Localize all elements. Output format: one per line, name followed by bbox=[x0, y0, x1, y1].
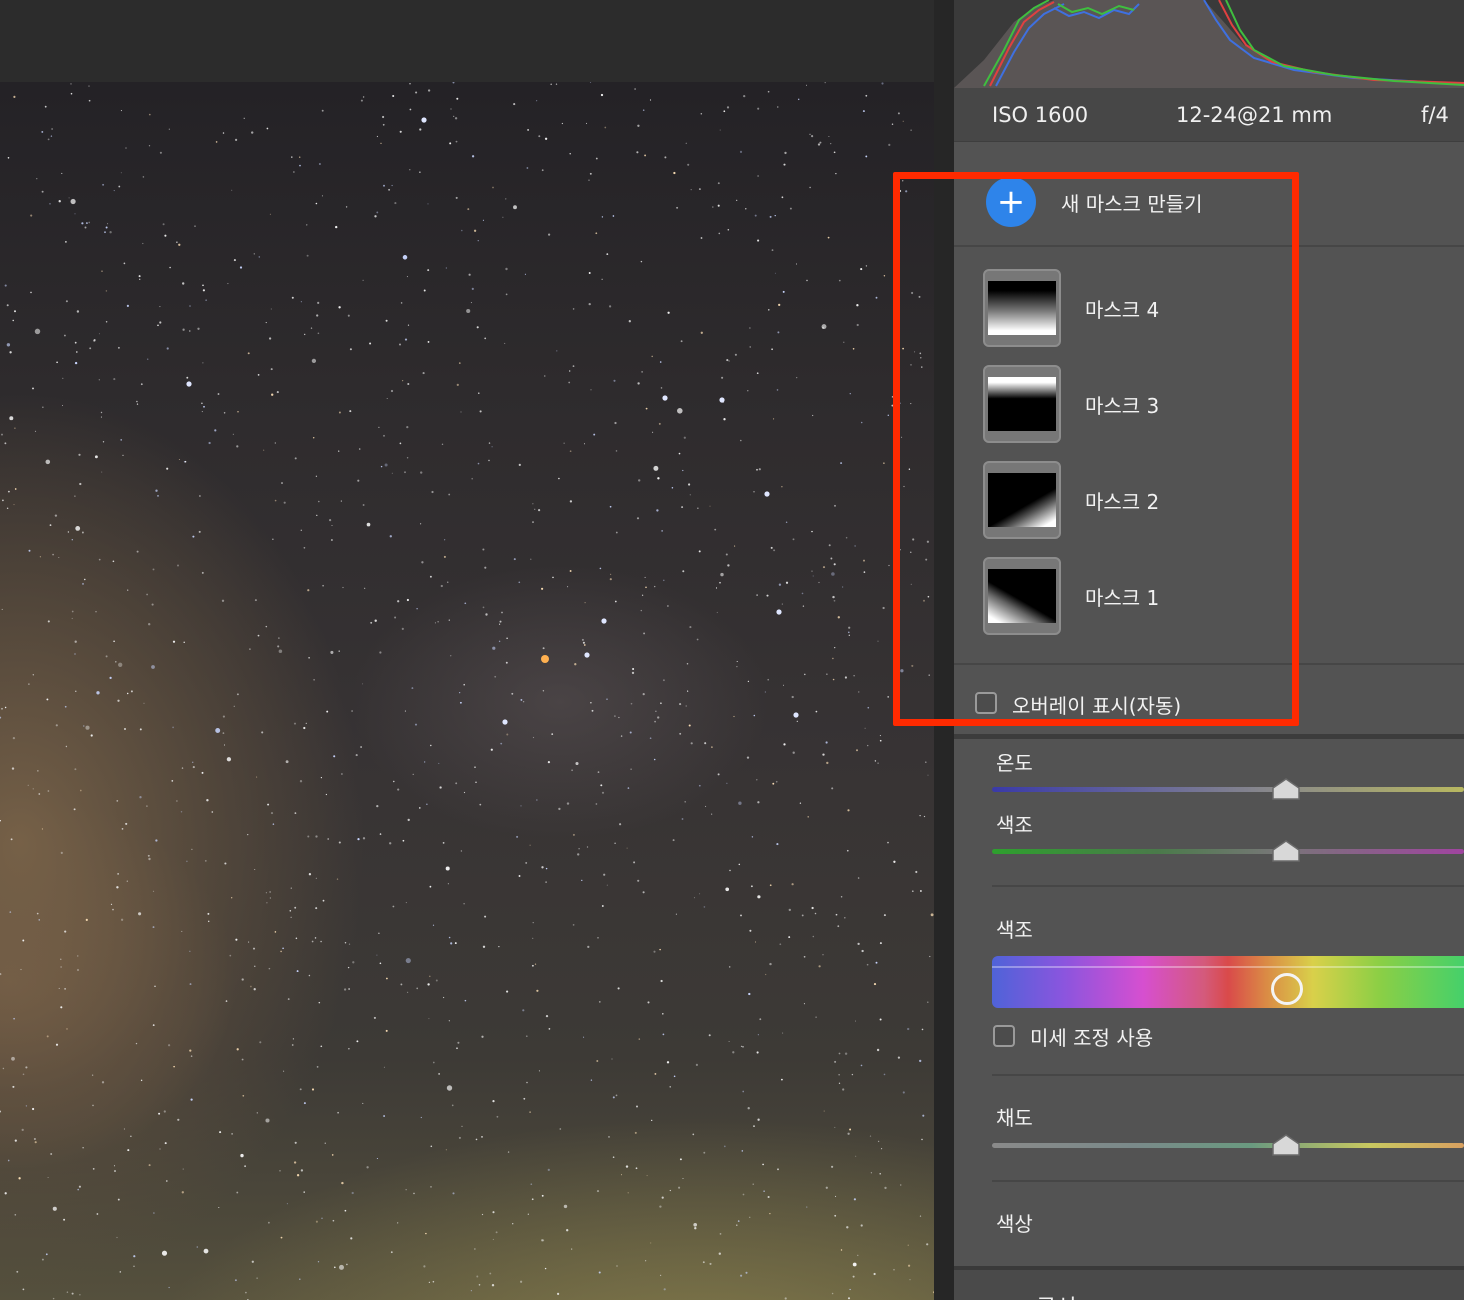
new-mask-label: 새 마스크 만들기 bbox=[1061, 191, 1203, 216]
divider bbox=[954, 245, 1464, 247]
mask-thumbnail bbox=[983, 365, 1061, 443]
curves-section-header[interactable]: 곡선 bbox=[954, 1266, 1464, 1300]
color-label: 색상 bbox=[996, 1212, 1033, 1236]
mask-label: 마스크 1 bbox=[1085, 585, 1160, 610]
mask-item-2[interactable]: 마스크 2 bbox=[983, 460, 1303, 540]
right-panel: ISO 1600 12-24@21 mm f/4 + 새 마스크 만들기 마스크… bbox=[954, 0, 1464, 1300]
mask-label: 마스크 2 bbox=[1085, 489, 1160, 514]
exif-info-bar: ISO 1600 12-24@21 mm f/4 bbox=[954, 88, 1464, 142]
temperature-slider-track[interactable] bbox=[992, 787, 1464, 792]
triangle-handle-icon[interactable] bbox=[1271, 840, 1301, 862]
mask-item-3[interactable]: 마스크 3 bbox=[983, 364, 1303, 444]
histogram-graph bbox=[954, 0, 1464, 88]
tint-slider-track[interactable] bbox=[992, 849, 1464, 854]
divider bbox=[954, 663, 1464, 665]
photo-preview[interactable] bbox=[0, 82, 934, 1300]
divider bbox=[992, 1180, 1464, 1182]
saturation-label: 채도 bbox=[996, 1106, 1033, 1130]
triangle-handle-icon[interactable] bbox=[1271, 778, 1301, 800]
canvas-top-bar bbox=[0, 0, 934, 82]
divider bbox=[992, 885, 1464, 887]
mask-label: 마스크 4 bbox=[1085, 297, 1160, 322]
overlay-label: 오버레이 표시(자동) bbox=[1012, 694, 1182, 718]
overlay-checkbox[interactable] bbox=[975, 692, 997, 714]
mask-thumbnail bbox=[983, 461, 1061, 539]
fine-tune-label: 미세 조정 사용 bbox=[1030, 1026, 1154, 1050]
plus-icon[interactable]: + bbox=[986, 177, 1036, 227]
curves-section-label: 곡선 bbox=[1036, 1290, 1076, 1300]
histogram bbox=[954, 0, 1464, 88]
exif-aperture: f/4 bbox=[1421, 103, 1449, 127]
starfield bbox=[0, 82, 934, 1300]
saturation-slider-track[interactable] bbox=[992, 1143, 1464, 1148]
divider bbox=[992, 1074, 1464, 1076]
tint-label: 색조 bbox=[996, 813, 1033, 837]
hue-label: 색조 bbox=[996, 918, 1033, 942]
exif-iso: ISO 1600 bbox=[992, 103, 1089, 127]
mask-thumbnail bbox=[983, 557, 1061, 635]
panel-divider[interactable] bbox=[934, 0, 954, 1300]
hue-slider[interactable] bbox=[992, 956, 1464, 1008]
mask-item-4[interactable]: 마스크 4 bbox=[983, 268, 1303, 348]
fine-tune-checkbox[interactable] bbox=[993, 1025, 1015, 1047]
temperature-label: 온도 bbox=[996, 751, 1033, 775]
mask-item-1[interactable]: 마스크 1 bbox=[983, 556, 1303, 636]
mask-label: 마스크 3 bbox=[1085, 393, 1160, 418]
exif-lens: 12-24@21 mm bbox=[1176, 103, 1333, 127]
section-divider bbox=[954, 734, 1464, 739]
triangle-handle-icon[interactable] bbox=[1271, 1134, 1301, 1156]
new-mask-button[interactable]: + 새 마스크 만들기 bbox=[986, 177, 1203, 227]
ring-handle-icon[interactable] bbox=[1271, 973, 1303, 1005]
mask-thumbnail bbox=[983, 269, 1061, 347]
